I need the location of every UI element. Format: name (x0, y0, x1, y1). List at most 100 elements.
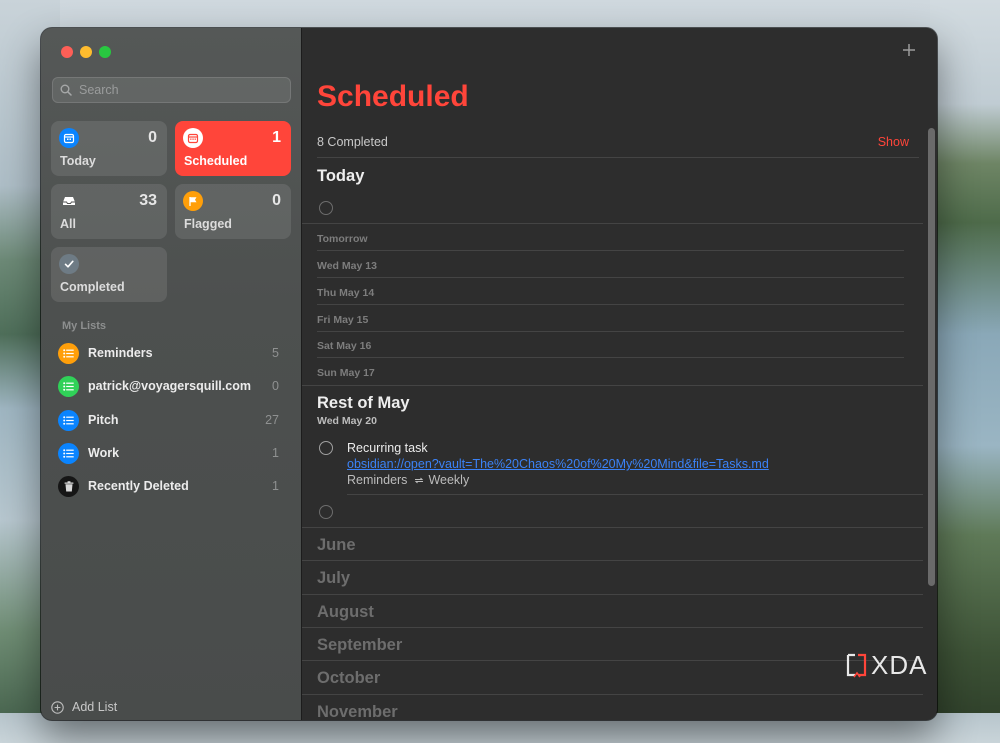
add-list-button[interactable]: Add List (51, 700, 117, 714)
smart-list-scheduled[interactable]: 1 Scheduled (175, 121, 291, 176)
smart-list-count: 0 (148, 129, 157, 146)
list-bullet-icon (58, 442, 79, 464)
task-date: Wed May 20 (317, 415, 377, 427)
divider (317, 250, 904, 251)
divider (317, 277, 904, 278)
list-count: 1 (272, 479, 279, 493)
divider (302, 560, 923, 561)
smart-list-label: Scheduled (184, 154, 248, 168)
day-header: Thu May 14 (317, 287, 375, 299)
divider (317, 357, 904, 358)
smart-list-count: 1 (272, 129, 281, 146)
list-name: Work (88, 446, 120, 460)
main-pane: Scheduled 8 Completed Show Today Tomorro… (302, 28, 937, 720)
new-reminder-circle[interactable] (319, 201, 333, 215)
task-title[interactable]: Recurring task (347, 441, 428, 455)
new-reminder-circle[interactable] (319, 505, 333, 519)
smart-list-label: All (60, 217, 76, 231)
smart-list-count: 0 (272, 192, 281, 209)
section-rest-of-month: Rest of May (317, 394, 410, 412)
watermark-text: XDA (871, 650, 928, 680)
list-bullet-icon (58, 409, 79, 431)
smart-list-label: Completed (60, 280, 125, 294)
divider (302, 223, 923, 224)
list-count: 27 (265, 413, 279, 427)
section-today: Today (317, 167, 365, 185)
list-name: Pitch (88, 413, 119, 427)
task-list-name: Reminders (347, 473, 408, 487)
task-repeat: Weekly (428, 473, 470, 487)
add-list-label: Add List (72, 700, 118, 714)
divider (302, 385, 923, 386)
search-icon (60, 84, 72, 96)
plus-icon (903, 44, 915, 56)
calendar-icon (183, 128, 203, 148)
list-count: 1 (272, 446, 279, 460)
day-header: Fri May 15 (317, 314, 369, 326)
search-field[interactable] (52, 77, 291, 103)
task-complete-circle[interactable] (319, 441, 333, 455)
list-count: 0 (272, 379, 279, 393)
tray-icon (59, 191, 79, 211)
minimize-window-button[interactable] (80, 46, 92, 58)
reminders-window: 0 Today 1 Scheduled 33 All 0 Flagged (41, 28, 937, 720)
show-completed-button[interactable]: Show (878, 135, 909, 149)
trash-icon (58, 475, 79, 497)
list-name: patrick@voyagersquill.com (88, 379, 251, 393)
calendar-icon (59, 128, 79, 148)
section-month: October (317, 669, 381, 687)
section-month: September (317, 636, 403, 654)
new-reminder-button[interactable] (899, 40, 919, 60)
day-header: Sat May 16 (317, 340, 372, 352)
list-item-patrick[interactable]: patrick@voyagersquill.com 0 (51, 371, 291, 401)
flag-icon (183, 191, 203, 211)
list-name: Recently Deleted (88, 479, 189, 493)
zoom-window-button[interactable] (99, 46, 111, 58)
list-item-recently-deleted[interactable]: Recently Deleted 1 (51, 471, 291, 501)
search-input[interactable] (77, 82, 290, 98)
divider (347, 494, 923, 495)
divider (302, 694, 923, 695)
scrollbar[interactable] (928, 128, 935, 586)
my-lists-header: My Lists (62, 320, 107, 332)
divider (302, 660, 923, 661)
completed-summary: 8 Completed Show (317, 135, 909, 149)
section-month: August (317, 603, 374, 621)
day-header: Tomorrow (317, 233, 368, 245)
plus-circle-icon (51, 700, 64, 714)
sidebar: 0 Today 1 Scheduled 33 All 0 Flagged (41, 28, 302, 720)
smart-list-all[interactable]: 33 All (51, 184, 167, 239)
divider (317, 304, 904, 305)
desktop-wallpaper-right (930, 0, 1000, 743)
page-title: Scheduled (317, 80, 469, 113)
task-meta: Reminders Weekly (347, 473, 469, 487)
day-header: Sun May 17 (317, 367, 375, 379)
smart-list-flagged[interactable]: 0 Flagged (175, 184, 291, 239)
list-item-pitch[interactable]: Pitch 27 (51, 405, 291, 435)
divider (317, 331, 904, 332)
divider (302, 627, 923, 628)
task-url-link[interactable]: obsidian://open?vault=The%20Chaos%20of%2… (347, 457, 769, 471)
divider (302, 594, 923, 595)
list-bullet-icon (58, 375, 79, 397)
smart-list-label: Flagged (184, 217, 232, 231)
close-window-button[interactable] (61, 46, 73, 58)
list-name: Reminders (88, 346, 153, 360)
divider (317, 157, 919, 158)
xda-watermark: XDA (846, 650, 927, 681)
section-month: November (317, 703, 398, 720)
divider (302, 527, 923, 528)
list-item-work[interactable]: Work 1 (51, 438, 291, 468)
list-item-reminders[interactable]: Reminders 5 (51, 338, 291, 368)
section-month: July (317, 569, 351, 587)
repeat-icon (415, 477, 424, 483)
smart-list-count: 33 (139, 192, 157, 209)
smart-list-today[interactable]: 0 Today (51, 121, 167, 176)
list-count: 5 (272, 346, 279, 360)
smart-list-completed[interactable]: Completed (51, 247, 167, 302)
smart-list-label: Today (60, 154, 96, 168)
list-bullet-icon (58, 342, 79, 364)
checkmark-icon (59, 254, 79, 274)
completed-count: 8 Completed (317, 135, 388, 149)
xda-logo-icon (846, 653, 867, 677)
